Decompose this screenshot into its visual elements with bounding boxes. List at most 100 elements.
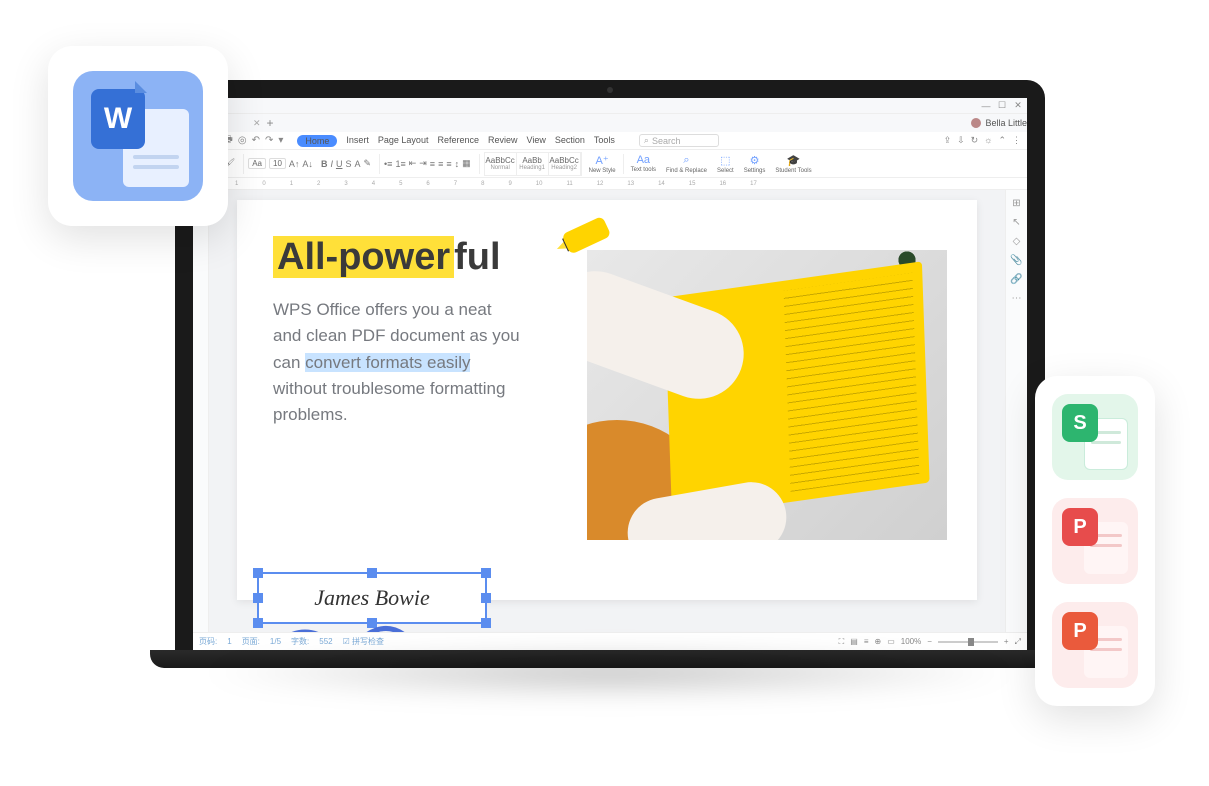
vertical-ruler[interactable]: [193, 190, 209, 632]
window-close-button[interactable]: ✕: [1013, 101, 1023, 111]
text-tools-button[interactable]: Aa Text tools: [628, 154, 659, 173]
numbering-icon[interactable]: 1≡: [395, 159, 405, 169]
align-center-icon[interactable]: ≡: [438, 159, 443, 169]
indent-left-icon[interactable]: ⇤: [409, 158, 417, 169]
presentation-app-tile[interactable]: P: [1052, 602, 1138, 688]
sidebar-clip-icon[interactable]: 📎: [1010, 255, 1022, 266]
font-family-select[interactable]: Aa: [248, 158, 266, 169]
zoom-value[interactable]: 100%: [901, 637, 921, 646]
resize-handle[interactable]: [253, 593, 263, 603]
settings-button[interactable]: ⚙ Settings: [741, 154, 769, 174]
cloud-icon[interactable]: ⇩: [957, 135, 965, 146]
preview-icon[interactable]: ◎: [238, 135, 247, 146]
new-style-button[interactable]: A⁺ New Style: [586, 154, 619, 174]
document-viewport[interactable]: All-powerful WPS Office offers you a nea…: [209, 190, 1005, 632]
menu-tools[interactable]: Tools: [594, 135, 615, 147]
redo-icon[interactable]: ↷: [265, 135, 273, 146]
avatar: [971, 118, 981, 128]
styles-gallery[interactable]: AaBbCc Normal AaBb Heading1 AaBbCc Headi…: [484, 152, 582, 176]
select-button[interactable]: ⬚ Select: [714, 154, 737, 174]
shading-icon[interactable]: ▦: [462, 158, 471, 169]
pdf-app-tile[interactable]: P: [1052, 498, 1138, 584]
tab-close-button[interactable]: ✕: [253, 118, 261, 129]
resize-handle[interactable]: [481, 568, 491, 578]
style-heading2[interactable]: AaBbCc Heading2: [549, 153, 581, 175]
search-icon: ⌕: [644, 135, 649, 146]
bold-icon[interactable]: B: [321, 159, 328, 169]
menu-section[interactable]: Section: [555, 135, 585, 147]
line-spacing-icon[interactable]: ↕: [455, 159, 460, 169]
menu-review[interactable]: Review: [488, 135, 518, 147]
horizontal-ruler[interactable]: 1 0 1 2 3 4 5 6 7 8 9 10 11 12 13 14 15 …: [193, 178, 1027, 190]
status-words-label: 字数:: [291, 636, 309, 647]
resize-handle[interactable]: [253, 568, 263, 578]
view-outline-icon[interactable]: ≡: [864, 637, 869, 646]
underline-icon[interactable]: U: [336, 159, 343, 169]
sidebar-cursor-icon[interactable]: ↖: [1012, 217, 1020, 228]
laptop-camera: [607, 87, 613, 93]
zoom-slider[interactable]: [938, 641, 998, 643]
qat-dropdown-icon[interactable]: ▾: [278, 135, 283, 146]
resize-handle[interactable]: [253, 618, 263, 628]
increase-font-icon[interactable]: A↑: [289, 159, 300, 169]
skin-icon[interactable]: ☼: [984, 135, 992, 146]
resize-handle[interactable]: [481, 618, 491, 628]
sync-icon[interactable]: ↻: [971, 135, 979, 146]
text-color-icon[interactable]: A: [354, 159, 360, 169]
search-placeholder: Search: [652, 136, 681, 146]
style-heading1[interactable]: AaBb Heading1: [517, 153, 549, 175]
zoom-in-icon[interactable]: +: [1004, 637, 1009, 646]
resize-handle[interactable]: [367, 568, 377, 578]
text-tools-icon: Aa: [637, 154, 650, 166]
share-icon[interactable]: ⇪: [944, 135, 952, 146]
body-paragraph[interactable]: WPS Office offers you a neat and clean P…: [273, 297, 523, 429]
collapse-ribbon-icon[interactable]: ⌃: [998, 135, 1006, 146]
menu-reference[interactable]: Reference: [437, 135, 479, 147]
window-minimize-button[interactable]: —: [981, 101, 991, 111]
find-replace-button[interactable]: ⌕ Find & Replace: [663, 154, 710, 174]
style-normal[interactable]: AaBbCc Normal: [485, 153, 517, 175]
new-tab-button[interactable]: +: [267, 116, 274, 130]
spreadsheet-icon: S: [1062, 404, 1098, 442]
window-maximize-button[interactable]: ☐: [997, 101, 1007, 111]
align-right-icon[interactable]: ≡: [446, 159, 451, 169]
headline[interactable]: All-powerful: [273, 236, 501, 279]
student-tools-button[interactable]: 🎓 Student Tools: [772, 154, 814, 174]
menu-home[interactable]: Home: [297, 135, 337, 147]
status-pages-label: 页面:: [242, 636, 260, 647]
status-page-label: 页码:: [199, 636, 217, 647]
sidebar-link-icon[interactable]: 🔗: [1010, 274, 1022, 285]
menu-page-layout[interactable]: Page Layout: [378, 135, 429, 147]
bullets-icon[interactable]: •≡: [384, 159, 392, 169]
zoom-out-icon[interactable]: −: [927, 637, 932, 646]
fullscreen-icon[interactable]: ⤢: [1015, 637, 1021, 647]
sidebar-more-icon[interactable]: ⋯: [1012, 293, 1022, 304]
indent-right-icon[interactable]: ⇥: [419, 158, 427, 169]
strike-icon[interactable]: S: [345, 159, 351, 169]
spreadsheet-app-tile[interactable]: S: [1052, 394, 1138, 480]
view-reading-icon[interactable]: ▭: [887, 637, 895, 646]
body-highlighted-span: convert formats easily: [305, 353, 470, 372]
view-web-icon[interactable]: ⊕: [875, 637, 882, 646]
inline-photo[interactable]: [587, 250, 947, 540]
highlight-icon[interactable]: ✎: [363, 158, 371, 169]
account-area[interactable]: Bella Little: [971, 118, 1027, 128]
status-spellcheck[interactable]: ☑ 拼写检查: [343, 636, 384, 647]
search-box[interactable]: ⌕ Search: [639, 134, 719, 147]
menu-insert[interactable]: Insert: [346, 135, 369, 147]
resize-handle[interactable]: [481, 593, 491, 603]
italic-icon[interactable]: I: [330, 159, 333, 169]
sidebar-properties-icon[interactable]: ⊞: [1012, 198, 1020, 209]
more-icon[interactable]: ⋮: [1012, 135, 1021, 146]
menu-view[interactable]: View: [527, 135, 546, 147]
app-tiles-panel: S P P: [1035, 376, 1155, 706]
undo-icon[interactable]: ↶: [252, 135, 260, 146]
fit-width-icon[interactable]: ⛶: [839, 637, 845, 647]
align-left-icon[interactable]: ≡: [430, 159, 435, 169]
decrease-font-icon[interactable]: A↓: [302, 159, 313, 169]
document-page[interactable]: All-powerful WPS Office offers you a nea…: [237, 200, 977, 600]
sidebar-shape-icon[interactable]: ◇: [1013, 236, 1021, 247]
view-print-icon[interactable]: ▤: [850, 637, 858, 646]
signature-text-box[interactable]: James Bowie: [257, 572, 497, 632]
font-size-select[interactable]: 10: [269, 158, 286, 169]
